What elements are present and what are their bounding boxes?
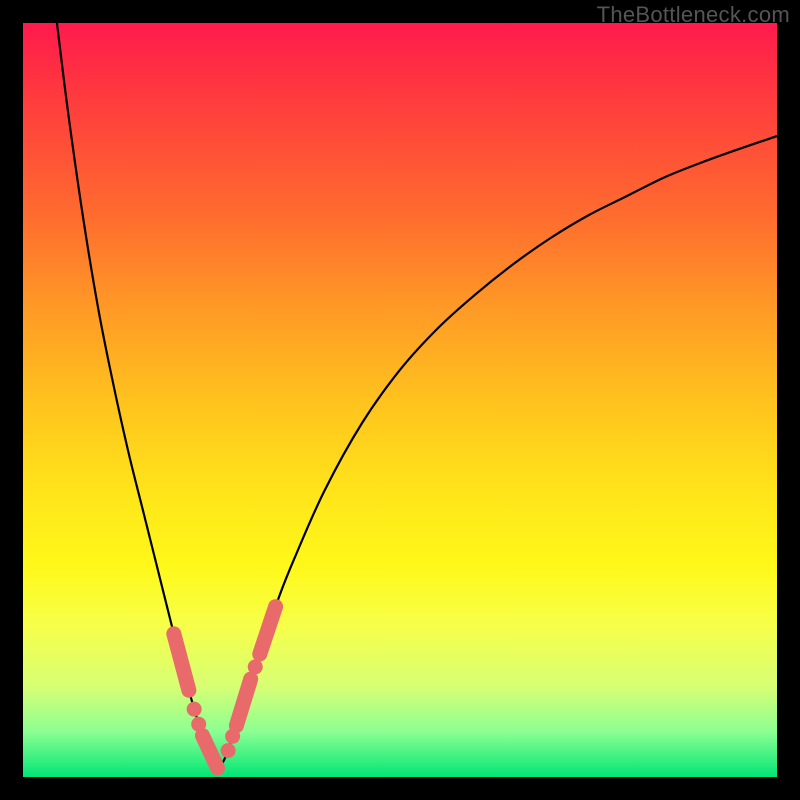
chart-svg: [23, 23, 777, 777]
left-segment-upper: [174, 634, 189, 691]
left-dot-a: [187, 702, 202, 717]
right-segment-lower: [236, 679, 250, 726]
watermark-text: TheBottleneck.com: [597, 2, 790, 28]
right-dot-c: [248, 659, 263, 674]
curve-right-curve: [219, 136, 777, 769]
right-segment-upper: [260, 607, 276, 655]
curve-left-curve: [57, 23, 219, 769]
left-segment-lower: [202, 736, 217, 768]
plot-area: [23, 23, 777, 777]
right-dot-a: [221, 743, 236, 758]
